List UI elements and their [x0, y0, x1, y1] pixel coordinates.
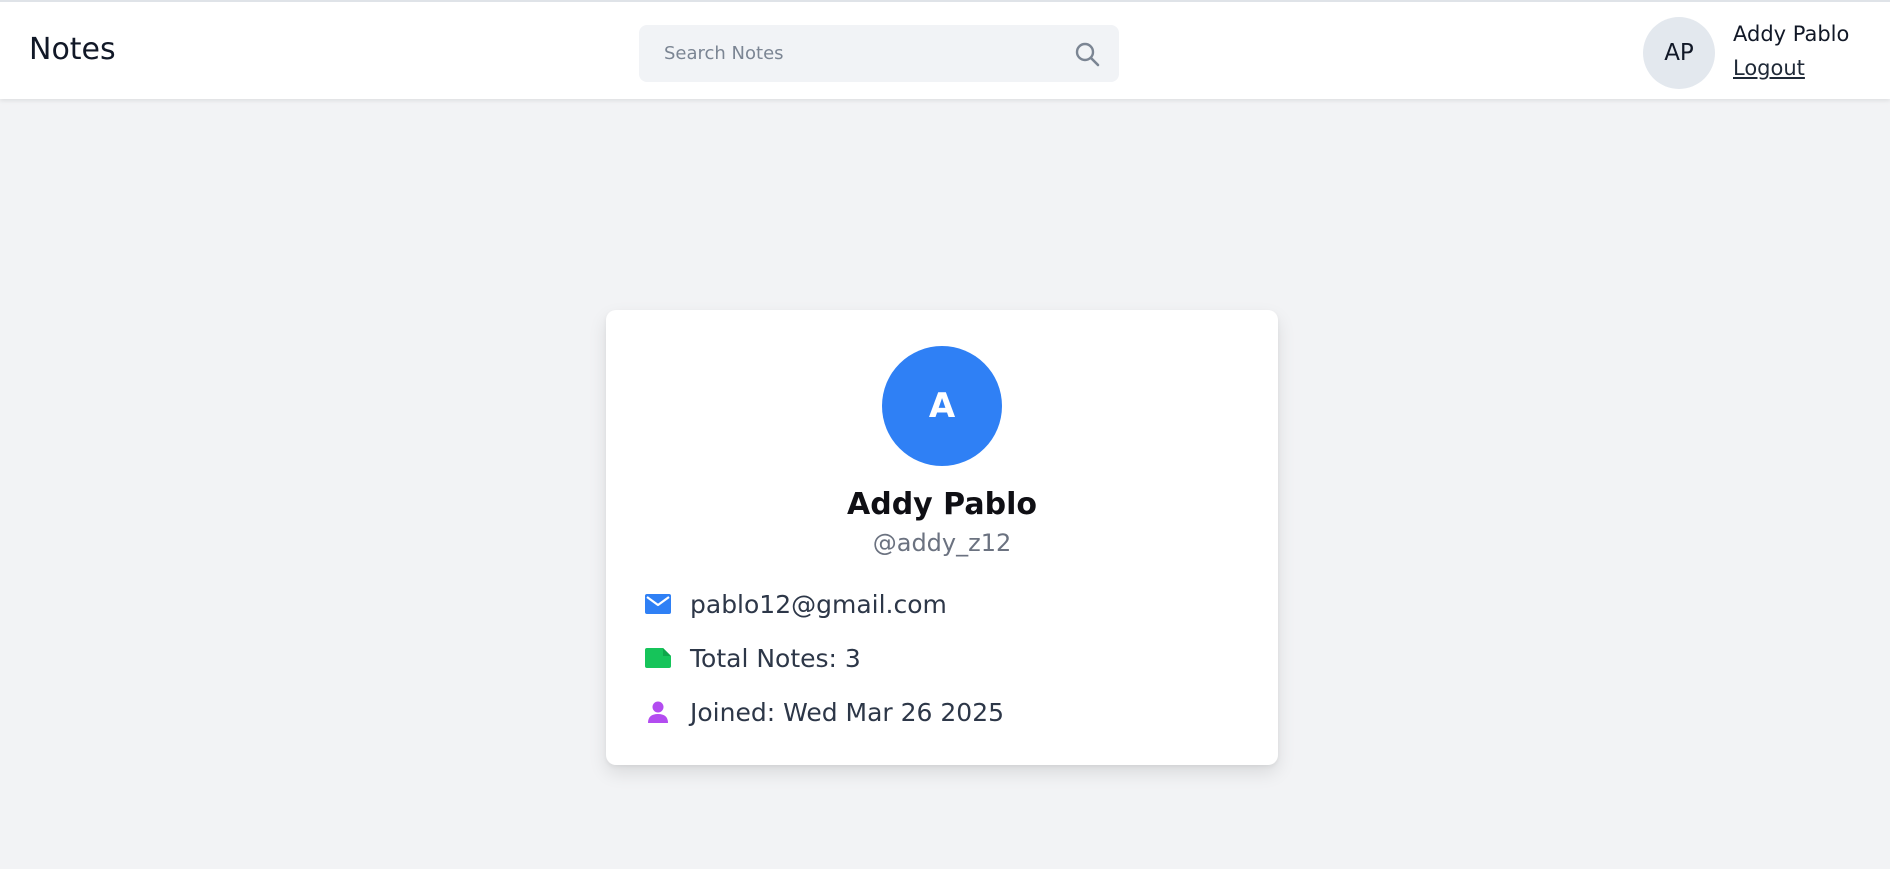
user-name: Addy Pablo [1733, 22, 1850, 46]
user-avatar[interactable]: AP [1643, 17, 1715, 89]
notes-count-row: Total Notes: 3 [644, 641, 861, 675]
profile-handle: @addy_z12 [872, 529, 1012, 557]
search-icon[interactable] [1073, 40, 1101, 68]
top-navbar: Notes AP Addy Pablo Logout [0, 0, 1890, 99]
user-icon [644, 698, 672, 726]
logout-link[interactable]: Logout [1733, 56, 1805, 80]
mail-icon [644, 590, 672, 618]
email-text: pablo12@gmail.com [690, 589, 947, 619]
email-row: pablo12@gmail.com [644, 587, 947, 621]
app-title[interactable]: Notes [29, 32, 116, 67]
profile-card: A Addy Pablo @addy_z12 pablo12@gmail.com… [606, 310, 1278, 765]
total-notes-text: Total Notes: 3 [690, 643, 861, 673]
joined-text: Joined: Wed Mar 26 2025 [690, 697, 1005, 727]
joined-row: Joined: Wed Mar 26 2025 [644, 695, 1004, 729]
search-bar [639, 25, 1119, 82]
note-icon [644, 644, 672, 672]
search-input[interactable] [639, 25, 1059, 82]
profile-avatar: A [882, 346, 1002, 466]
profile-name: Addy Pablo [847, 487, 1037, 522]
